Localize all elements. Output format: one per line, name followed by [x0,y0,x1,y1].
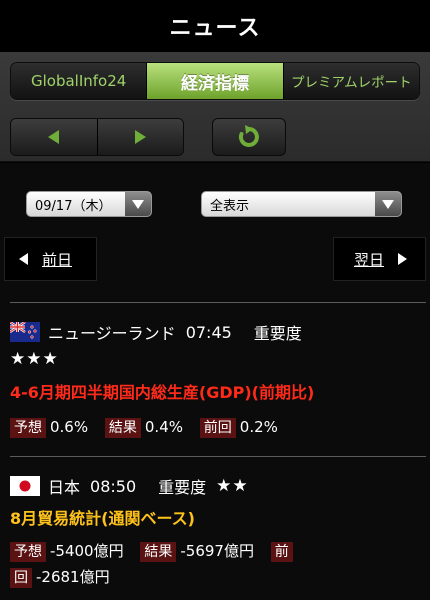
date-select-value: 09/17（木） [35,198,112,214]
prev-day-button[interactable]: 前日 [4,237,97,281]
arrow-left-icon [48,130,60,144]
date-select[interactable]: 09/17（木） [26,191,152,217]
refresh-icon [238,125,259,147]
previous-value: -2681億円 [36,568,110,586]
forecast-value: -5400億円 [50,542,124,560]
nz-flag-icon [10,322,40,342]
event-time: 08:50 [90,476,137,496]
back-button[interactable] [11,119,97,155]
news-tabs: GlobalInfo24 経済指標 プレミアムレポート [10,62,420,100]
event-header: 日本 08:50 重要度 ★★ [10,474,420,498]
display-select-value: 全表示 [210,198,250,214]
event-time: 07:45 [185,322,232,342]
previous-value: 0.2% [239,418,278,436]
display-select-arrow [375,192,401,216]
jp-flag-icon [10,476,40,496]
tab-economic-indicators[interactable]: 経済指標 [147,63,284,99]
event-stats: 予想 0.6% 結果 0.4% 前回 0.2% [10,414,422,440]
chevron-down-icon [382,199,394,209]
refresh-button[interactable] [212,118,286,156]
previous-label: 前 [270,542,293,562]
result-label: 結果 [104,418,141,438]
prev-day-label: 前日 [42,250,73,269]
event-header: ニュージーランド 07:45 重要度 [10,320,420,344]
tab-globalinfo24[interactable]: GlobalInfo24 [11,63,148,99]
previous-label: 前回 [199,418,236,438]
result-label: 結果 [140,542,177,562]
forecast-label: 予想 [10,542,46,562]
arrow-left-icon [19,253,28,265]
page-title: ニュース [0,0,430,52]
previous-label: 回 [10,568,32,588]
divider [10,456,426,457]
event-country: ニュージーランド [48,324,176,343]
importance-stars: ★★ [216,476,249,496]
importance-label: 重要度 [253,324,302,343]
chevron-down-icon [132,199,144,209]
forecast-value: 0.6% [50,418,89,436]
tab-premium-report[interactable]: プレミアムレポート [283,63,419,99]
page-nav-group [10,118,184,156]
forward-button[interactable] [96,119,183,155]
next-day-button[interactable]: 翌日 [333,237,426,281]
result-value: -5697億円 [180,542,254,560]
arrow-right-icon [134,130,146,144]
date-select-arrow [125,192,151,216]
arrow-right-icon [398,253,408,265]
event-title[interactable]: 4-6月期四半期国内総生産(GDP)(前期比) [10,379,314,403]
result-value: 0.4% [144,418,183,436]
forecast-label: 予想 [10,418,46,438]
event-stats: 予想 -5400億円 結果 -5697億円 前 回 -2681億円 [10,538,422,590]
event-country: 日本 [48,478,81,497]
display-select[interactable]: 全表示 [201,191,402,217]
importance-stars: ★★★ [10,349,59,369]
divider [10,302,426,303]
event-title[interactable]: 8月貿易統計(通関ベース) [10,505,195,529]
importance-label: 重要度 [158,478,207,497]
next-day-label: 翌日 [354,250,385,269]
